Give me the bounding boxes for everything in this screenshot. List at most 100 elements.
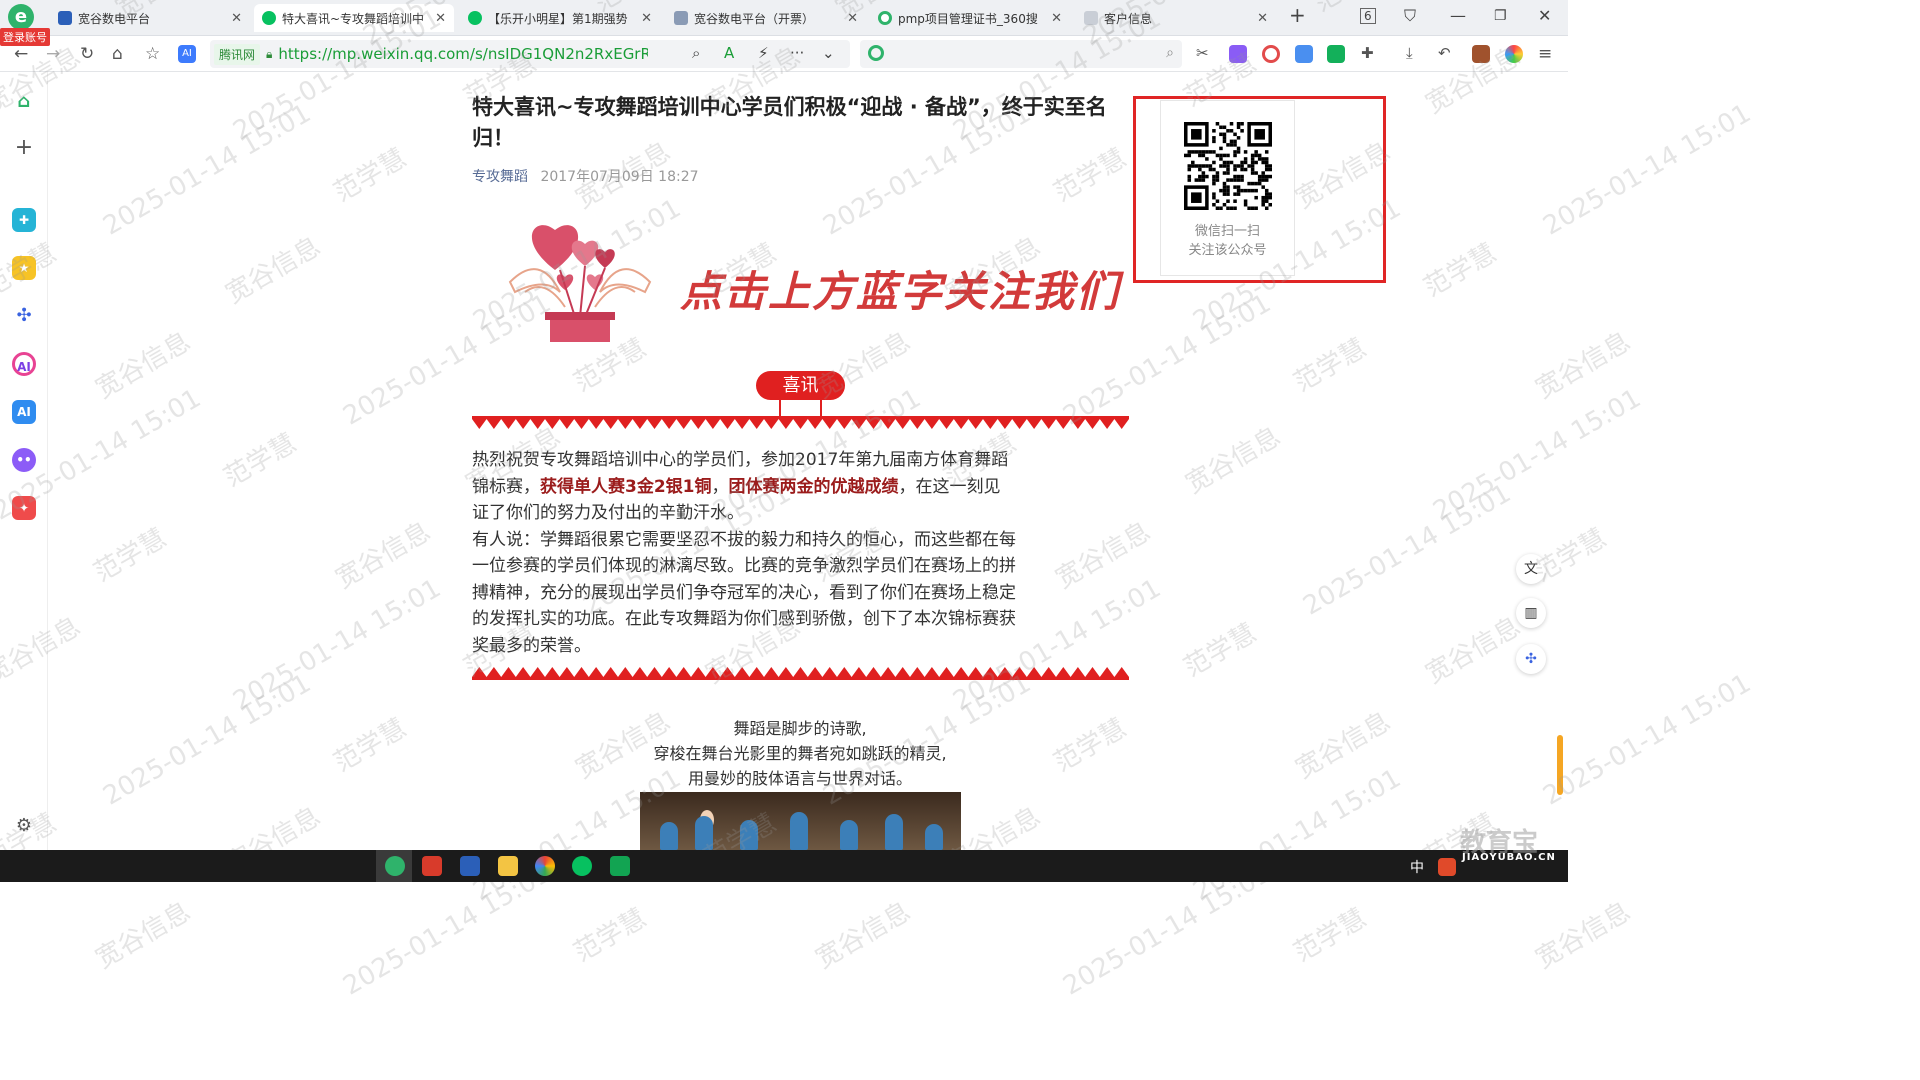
left-sidebar: ⌂ + ✚ ★ ✣ AI AI •• ✦ ⚙ <box>0 72 48 850</box>
add-icon[interactable]: + <box>12 136 36 160</box>
url-text[interactable]: https://mp.weixin.qq.com/s/nsIDG1QN2n2Rx… <box>278 45 648 63</box>
divider-triangle <box>924 419 940 429</box>
divider-triangle <box>603 667 618 677</box>
watermark-text: 2025-01-14 15:01 <box>1538 668 1757 812</box>
lightning-icon[interactable]: ⚡︎ <box>758 44 769 62</box>
sogou-ime-icon[interactable] <box>1438 858 1456 876</box>
weibo-icon[interactable] <box>1262 45 1280 63</box>
network-icon[interactable]: ✣ <box>12 304 36 328</box>
poem-line: 穿梭在舞台光影里的舞者宛如跳跃的精灵, <box>653 744 947 763</box>
search-box[interactable]: ⌕ <box>860 40 1182 68</box>
search-engine-icon[interactable] <box>868 45 884 61</box>
tab-kuangu-invoice[interactable]: 宽谷数电平台（开票） ✕ <box>666 4 866 32</box>
ime-indicator[interactable]: 中 <box>1410 857 1424 877</box>
tab-close-icon[interactable]: ✕ <box>231 11 242 26</box>
divider-triangle <box>676 419 691 429</box>
tab-count-badge[interactable]: 6 <box>1360 8 1376 24</box>
extensions-icon[interactable]: ✚ <box>1361 44 1374 62</box>
notebook-icon[interactable] <box>1327 45 1345 63</box>
tab-close-icon[interactable]: ✕ <box>1257 11 1268 26</box>
minimize-icon[interactable]: — <box>1450 6 1466 25</box>
divider-triangle <box>501 419 516 429</box>
account-name-link[interactable]: 专攻舞蹈 <box>472 169 528 185</box>
zoom-icon[interactable]: ⌕ <box>692 44 700 62</box>
watermark-text: 2025-01-14 15:01 <box>98 668 317 812</box>
watermark-text: 2025-01-14 15:01 <box>1428 383 1647 527</box>
favorites-icon[interactable]: ☆ <box>145 44 160 64</box>
translate-tool-icon[interactable]: 文 <box>1516 554 1546 584</box>
reader-mode-icon[interactable]: ▥ <box>1516 598 1546 628</box>
cert-badge[interactable]: 腾讯网 <box>214 43 261 65</box>
translate-icon[interactable] <box>1229 45 1247 63</box>
more-icon[interactable]: ··· <box>790 44 804 62</box>
tab-customer-info[interactable]: 客户信息 ✕ <box>1076 4 1276 32</box>
home-icon[interactable]: ⌂ <box>12 90 36 114</box>
watermark-text: 宽谷信息 <box>1420 611 1526 690</box>
divider-triangle <box>997 419 1013 429</box>
divider-triangle <box>880 667 896 677</box>
new-tab-icon[interactable]: + <box>1289 3 1306 27</box>
shirt-skin-icon[interactable]: ⛉ <box>1404 6 1416 26</box>
divider-triangle <box>472 667 487 677</box>
read-aloud-icon[interactable]: A <box>724 44 734 62</box>
undo-icon[interactable]: ↶ <box>1438 44 1451 62</box>
tab-pmp-search[interactable]: pmp项目管理证书_360搜 ✕ <box>870 4 1070 32</box>
tab-close-icon[interactable]: ✕ <box>435 11 446 26</box>
screen-taskbar-icon[interactable] <box>610 856 630 876</box>
tab-close-icon[interactable]: ✕ <box>847 11 858 26</box>
restore-icon[interactable]: ❐ <box>1494 8 1507 24</box>
scrollbar-thumb[interactable] <box>1557 735 1563 795</box>
search-icon[interactable]: ⌕ <box>1166 45 1174 61</box>
ai-assistant-icon[interactable]: AI <box>178 45 196 63</box>
divider-triangle <box>705 419 721 429</box>
sidebar-app-icon[interactable]: ✚ <box>12 208 36 232</box>
download-icon[interactable]: ⤓ <box>1406 44 1413 62</box>
divider-triangle <box>1099 667 1115 677</box>
forward-icon[interactable]: → <box>46 44 60 64</box>
folder-taskbar-icon[interactable] <box>498 856 518 876</box>
tab-lekai[interactable]: 【乐开小明星】第1期强势 ✕ <box>460 4 660 32</box>
divider-triangle <box>968 419 983 429</box>
dance-photo <box>640 792 961 850</box>
tab-kuangu-1[interactable]: 宽谷数电平台 ✕ <box>50 4 250 32</box>
watermark-text: 宽谷信息 <box>90 896 196 975</box>
reload-icon[interactable]: ↻ <box>80 44 94 64</box>
watermark-text: 2025-01-14 15:01 <box>98 98 317 242</box>
robot-icon[interactable]: •• <box>12 448 36 472</box>
user-avatar-icon[interactable] <box>1505 45 1523 63</box>
chevron-down-icon[interactable]: ⌄ <box>822 44 835 62</box>
mail-icon[interactable] <box>1295 45 1313 63</box>
window-close-icon[interactable]: ✕ <box>1538 6 1551 25</box>
ai-chat-icon[interactable]: AI <box>12 352 36 376</box>
divider-triangle <box>734 419 750 429</box>
network-tool-icon[interactable]: ✣ <box>1516 644 1546 674</box>
tab-close-icon[interactable]: ✕ <box>1051 11 1062 26</box>
tab-article[interactable]: 特大喜讯~专攻舞蹈培训中 ✕ <box>254 4 454 32</box>
article: 特大喜讯~专攻舞蹈培训中心学员们积极“迎战 · 备战”，终于实至名归！ 专攻舞蹈… <box>472 92 1132 186</box>
toolbox-icon[interactable] <box>1472 45 1490 63</box>
home-icon[interactable]: ⌂ <box>112 44 123 64</box>
star-icon[interactable]: ★ <box>12 256 36 280</box>
wps-taskbar-icon[interactable] <box>422 856 442 876</box>
ai-icon[interactable]: AI <box>12 400 36 424</box>
poem-line: 用曼妙的肢体语言与世界对话。 <box>687 769 912 788</box>
settings-icon[interactable]: ⚙ <box>12 814 36 838</box>
watermark-text: 宽谷信息 <box>1050 516 1156 595</box>
address-bar[interactable]: 腾讯网 🔒︎ https://mp.weixin.qq.com/s/nsIDG1… <box>210 40 850 68</box>
divider-triangle <box>851 419 867 429</box>
chrome-taskbar-icon[interactable] <box>535 856 555 876</box>
game-icon[interactable]: ✦ <box>12 496 36 520</box>
wechat-taskbar-icon[interactable] <box>572 856 592 876</box>
scissors-icon[interactable]: ✂ <box>1196 44 1209 62</box>
app-taskbar-icon[interactable] <box>460 856 480 876</box>
poem: 舞蹈是脚步的诗歌, 穿梭在舞台光影里的舞者宛如跳跃的精灵, 用曼妙的肢体语言与世… <box>560 716 1040 791</box>
back-icon[interactable]: ← <box>14 44 28 64</box>
browser-taskbar-icon[interactable] <box>385 856 405 876</box>
tab-close-icon[interactable]: ✕ <box>641 11 652 26</box>
divider-triangle <box>1114 419 1129 429</box>
divider-triangle <box>1026 667 1042 677</box>
menu-icon[interactable]: ≡ <box>1538 44 1552 64</box>
wechat-favicon-icon <box>262 11 276 25</box>
login-badge[interactable]: 登录账号 <box>0 28 50 46</box>
browser-logo-icon[interactable]: e <box>8 4 34 30</box>
